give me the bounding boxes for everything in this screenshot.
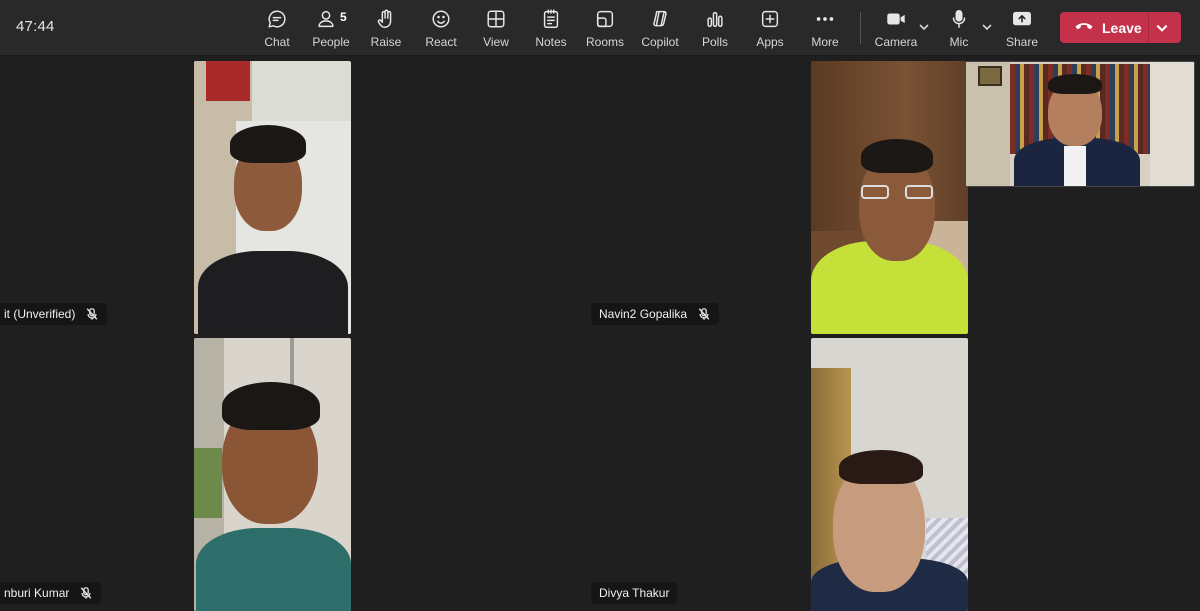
toolbar-divider [860, 12, 861, 44]
mic-label: Mic [949, 35, 969, 49]
view-button[interactable]: View [481, 6, 511, 52]
raise-label: Raise [370, 35, 402, 49]
participant-name-tag: nburi Kumar [0, 582, 102, 604]
notes-label: Notes [535, 35, 567, 49]
apps-label: Apps [756, 35, 784, 49]
featured-participant-video[interactable] [965, 61, 1195, 187]
leave-options-chevron[interactable] [1155, 21, 1169, 40]
chevron-down-icon [919, 24, 929, 31]
notes-button[interactable]: Notes [534, 6, 568, 52]
camera-label: Camera [874, 35, 918, 49]
camera-options-chevron[interactable] [918, 20, 932, 34]
mic-button[interactable]: Mic [946, 6, 972, 52]
notes-icon [538, 6, 564, 32]
copilot-button[interactable]: Copilot [641, 6, 679, 52]
participant-name: it (Unverified) [4, 307, 76, 321]
leave-label: Leave [1102, 19, 1142, 36]
rooms-label: Rooms [586, 35, 625, 49]
people-button[interactable]: 5 People [312, 6, 350, 52]
chat-icon [264, 6, 290, 32]
camera-button[interactable]: Camera [874, 6, 918, 52]
smiley-icon [428, 6, 454, 32]
participant-tile[interactable]: it (Unverified) [0, 57, 404, 334]
leave-split-divider [1148, 12, 1149, 43]
share-button[interactable]: Share [1006, 6, 1038, 52]
mic-options-chevron[interactable] [981, 20, 995, 34]
chevron-down-icon [1156, 24, 1168, 32]
participant-name-tag: Navin2 Gopalika [591, 303, 720, 325]
share-label: Share [1005, 35, 1039, 49]
share-screen-icon [1009, 6, 1035, 32]
raise-hand-button[interactable]: Raise [370, 6, 402, 52]
chat-button[interactable]: Chat [262, 6, 292, 52]
participant-name: nburi Kumar [4, 586, 70, 600]
rooms-icon [592, 6, 618, 32]
add-app-icon [757, 6, 783, 32]
people-count-badge: 5 [340, 10, 347, 24]
rooms-button[interactable]: Rooms [586, 6, 625, 52]
leave-button[interactable]: Leave [1060, 12, 1152, 43]
camera-icon [883, 6, 909, 32]
raise-hand-icon [373, 6, 399, 32]
copilot-icon [647, 6, 673, 32]
copilot-label: Copilot [641, 35, 679, 49]
video-stage: it (Unverified) Navin2 Gopalika nburi Ku… [0, 57, 1200, 611]
react-button[interactable]: React [425, 6, 457, 52]
participant-video [811, 338, 968, 611]
mic-muted-icon [697, 307, 711, 321]
participant-video [194, 338, 351, 611]
polls-label: Polls [701, 35, 728, 49]
mic-muted-icon [85, 307, 99, 321]
view-label: View [483, 35, 509, 49]
people-label: People [312, 35, 350, 49]
polls-icon [702, 6, 728, 32]
participant-name-tag: it (Unverified) [0, 303, 108, 325]
chat-label: Chat [264, 35, 290, 49]
participant-video [194, 61, 351, 334]
more-label: More [811, 35, 839, 49]
ellipsis-icon [812, 6, 838, 32]
polls-button[interactable]: Polls [700, 6, 730, 52]
apps-button[interactable]: Apps [755, 6, 785, 52]
participant-tile[interactable]: Divya Thakur [589, 337, 969, 611]
grid-view-icon [483, 6, 509, 32]
participant-tile[interactable]: Navin2 Gopalika [589, 57, 969, 334]
mic-muted-icon [79, 586, 93, 600]
participant-name: Divya Thakur [599, 586, 670, 600]
meeting-toolbar: 47:44 Chat 5 People Raise React View Not… [0, 0, 1200, 56]
participant-name-tag: Divya Thakur [591, 582, 678, 604]
microphone-icon [946, 6, 972, 32]
leave-button-group: Leave [1060, 12, 1181, 43]
participant-video [811, 61, 968, 334]
participant-name: Navin2 Gopalika [599, 307, 688, 321]
more-button[interactable]: More [809, 6, 841, 52]
chevron-down-icon [982, 24, 992, 31]
hang-up-icon [1074, 15, 1094, 40]
participant-tile[interactable]: nburi Kumar [0, 337, 404, 611]
react-label: React [425, 35, 457, 49]
people-icon: 5 [318, 6, 347, 32]
meeting-timer: 47:44 [16, 18, 55, 35]
